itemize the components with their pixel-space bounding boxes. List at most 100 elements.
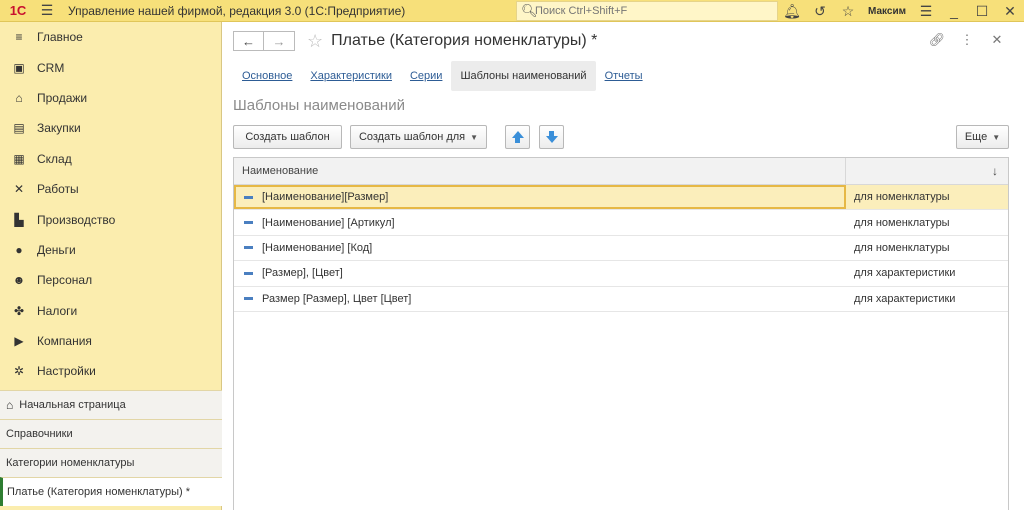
menu-icon: ≡ [15, 30, 23, 45]
sidebar-item-crm[interactable]: ▣ CRM [0, 52, 221, 82]
main-form: ← → ☆ Платье (Категория номенклатуры) * … [223, 22, 1024, 510]
column-header-name[interactable]: Наименование [234, 158, 846, 184]
form-header-actions: 🔗︎ ⋮ ✕ [922, 32, 1012, 48]
cell-name[interactable]: [Наименование] [Код] [234, 236, 846, 260]
warehouse-icon: ▦ [13, 151, 25, 166]
main-menu-icon[interactable]: ☰ [36, 0, 58, 22]
close-icon[interactable]: ✕ [996, 0, 1024, 22]
back-button[interactable]: ← [233, 31, 264, 51]
close-form-icon[interactable]: ✕ [982, 32, 1012, 48]
button-label: Еще [964, 131, 988, 143]
search-input[interactable] [535, 5, 765, 17]
global-search[interactable]: 🔍︎ [516, 1, 778, 21]
row-marker-icon [244, 271, 253, 275]
sidebar-item-money[interactable]: ● Деньги [0, 235, 221, 265]
settings-menu-icon[interactable]: ☰ [912, 0, 940, 22]
more-vertical-icon[interactable]: ⋮ [952, 32, 982, 48]
move-up-button[interactable] [505, 125, 530, 149]
sidebar-item-company[interactable]: ▶ Компания [0, 326, 221, 356]
cell-type[interactable]: для характеристики [846, 267, 1008, 279]
table-row[interactable]: [Наименование] [Артикул] для номенклатур… [234, 210, 1008, 236]
grid-toolbar: Создать шаблон Создать шаблон для ▼ Еще ▼ [233, 125, 1009, 149]
maximize-icon[interactable]: ☐ [968, 0, 996, 22]
title-bar: 1C ☰ Управление нашей фирмой, редакция 3… [0, 0, 1024, 22]
cell-type[interactable]: для номенклатуры [846, 242, 1008, 254]
forward-button[interactable]: → [264, 31, 295, 51]
gear-icon: ✲ [13, 364, 25, 379]
open-window-home[interactable]: ⌂ Начальная страница [0, 390, 222, 419]
sidebar-item-works[interactable]: ✕ Работы [0, 174, 221, 204]
sidebar-item-warehouse[interactable]: ▦ Склад [0, 144, 221, 174]
sidebar-item-taxes[interactable]: ✤ Налоги [0, 296, 221, 326]
open-window-categories[interactable]: Категории номенклатуры [0, 448, 222, 477]
cell-name[interactable]: [Наименование][Размер] [234, 185, 846, 210]
create-template-button[interactable]: Создать шаблон [233, 125, 342, 149]
table-row[interactable]: [Наименование][Размер] для номенклатуры [234, 185, 1008, 211]
shop-icon: ⌂ [15, 90, 23, 105]
row-marker-icon [244, 297, 253, 301]
table-row[interactable]: [Размер], [Цвет] для характеристики [234, 261, 1008, 287]
favorites-star-icon[interactable]: ☆ [834, 0, 862, 22]
form-tabs: Основное Характеристики Серии Шаблоны на… [233, 61, 652, 91]
table-row[interactable]: Размер [Размер], Цвет [Цвет] для характе… [234, 287, 1008, 312]
sidebar-item-label: Закупки [37, 121, 81, 136]
cell-name[interactable]: [Размер], [Цвет] [234, 261, 846, 285]
cell-name-text: [Наименование][Размер] [262, 191, 389, 204]
user-name[interactable]: Максим [862, 6, 912, 17]
sidebar-item-label: Работы [37, 182, 79, 197]
table-row[interactable]: [Наименование] [Код] для номенклатуры [234, 236, 1008, 262]
sidebar-item-label: Производство [37, 212, 116, 227]
page-title: Платье (Категория номенклатуры) * [331, 32, 598, 49]
sidebar-item-purchases[interactable]: ▤ Закупки [0, 113, 221, 143]
column-header-type[interactable]: ↓ [846, 158, 1008, 184]
row-marker-icon [244, 221, 253, 225]
tab-characteristics[interactable]: Характеристики [301, 61, 401, 91]
minimize-icon[interactable]: _ [940, 0, 968, 22]
favorite-star-icon[interactable]: ☆ [307, 31, 323, 51]
open-window-label: Платье (Категория номенклатуры) * [7, 486, 191, 498]
more-button[interactable]: Еще ▼ [956, 125, 1009, 149]
sidebar-item-sales[interactable]: ⌂ Продажи [0, 83, 221, 113]
templates-table: Наименование ↓ [Наименование][Размер] дл… [233, 157, 1009, 510]
open-window-catalogs[interactable]: Справочники [0, 419, 222, 448]
open-window-current[interactable]: Платье (Категория номенклатуры) * [0, 477, 222, 506]
people-icon: ☻ [12, 273, 26, 288]
tab-main[interactable]: Основное [233, 61, 301, 91]
open-window-label: Начальная страница [19, 399, 126, 411]
cell-name[interactable]: Размер [Размер], Цвет [Цвет] [234, 287, 846, 311]
row-marker-icon [244, 246, 253, 250]
move-down-button[interactable] [539, 125, 564, 149]
sidebar-item-label: Главное [37, 30, 83, 45]
tab-reports[interactable]: Отчеты [596, 61, 652, 91]
sidebar-item-settings[interactable]: ✲ Настройки [0, 356, 221, 386]
tab-name-templates[interactable]: Шаблоны наименований [451, 61, 596, 91]
sidebar-item-main[interactable]: ≡ Главное [0, 22, 221, 52]
link-icon[interactable]: 🔗︎ [922, 32, 952, 48]
button-label: Создать шаблон [245, 131, 330, 143]
tools-icon: ✕ [13, 182, 25, 197]
history-icon[interactable]: ↺ [806, 0, 834, 22]
sidebar-item-personnel[interactable]: ☻ Персонал [0, 265, 221, 295]
section-title: Шаблоны наименований [233, 97, 405, 114]
bell-icon[interactable]: 🔔︎ [778, 0, 806, 22]
sidebar-item-label: Продажи [37, 90, 88, 105]
cell-type[interactable]: для номенклатуры [846, 217, 1008, 229]
factory-icon: ▙ [14, 212, 24, 227]
arrow-left-icon: ← [242, 33, 255, 49]
arrow-up-icon [511, 131, 524, 143]
form-header: ← → ☆ Платье (Категория номенклатуры) * [233, 31, 597, 51]
cell-type[interactable]: для характеристики [846, 293, 1008, 305]
sidebar-item-label: Настройки [37, 364, 96, 379]
open-window-label: Категории номенклатуры [6, 457, 135, 469]
sidebar-item-label: Персонал [37, 273, 93, 288]
table-header: Наименование ↓ [234, 158, 1008, 185]
money-icon: ● [15, 242, 23, 257]
arrow-down-icon [545, 131, 558, 143]
sidebar-item-production[interactable]: ▙ Производство [0, 204, 221, 234]
eagle-icon: ✤ [13, 303, 25, 318]
create-template-for-button[interactable]: Создать шаблон для ▼ [350, 125, 487, 149]
tab-series[interactable]: Серии [401, 61, 451, 91]
cell-type[interactable]: для номенклатуры [846, 191, 1008, 203]
cell-name[interactable]: [Наименование] [Артикул] [234, 210, 846, 234]
cell-name-text: [Размер], [Цвет] [262, 267, 343, 280]
